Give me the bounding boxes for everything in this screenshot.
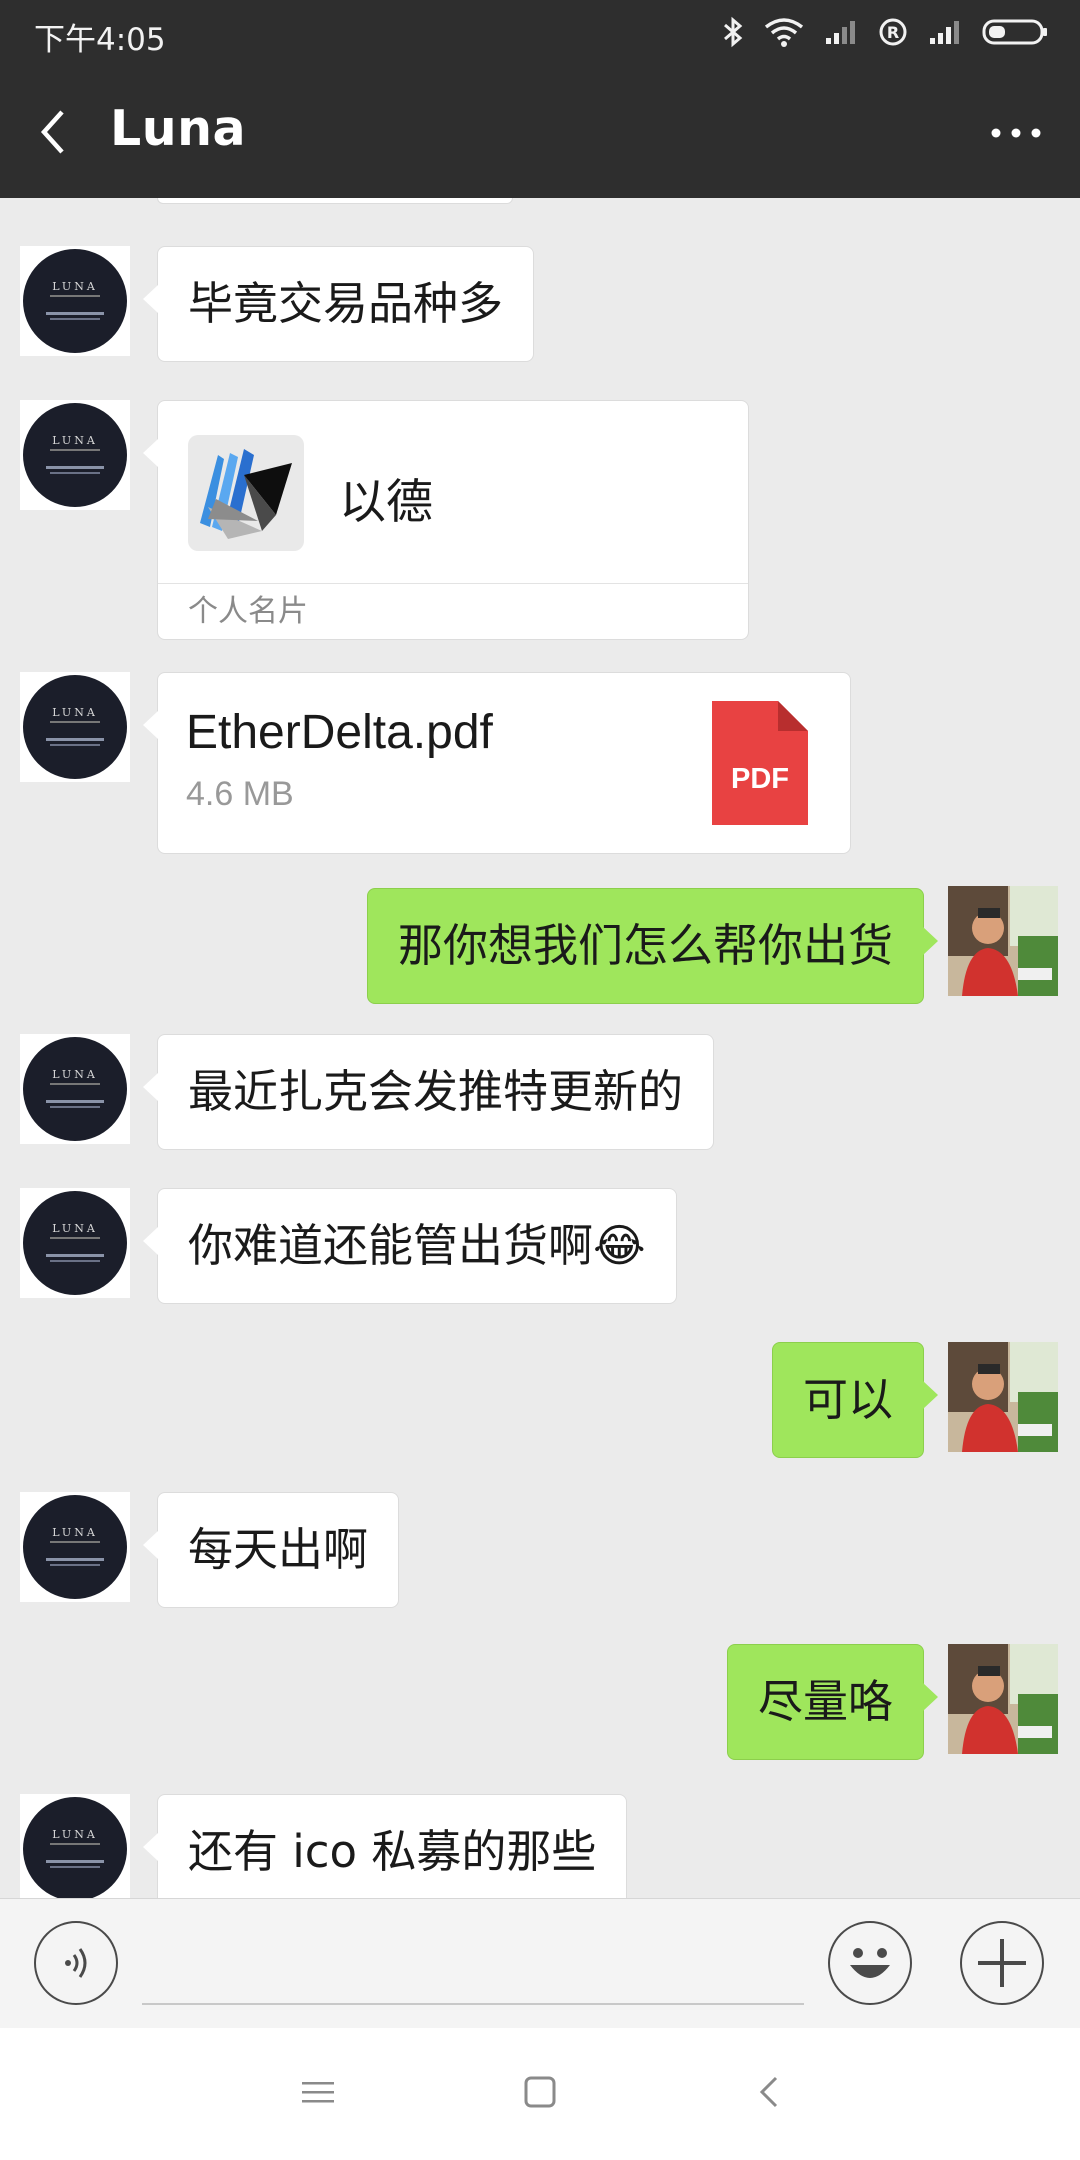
more-button[interactable] bbox=[986, 116, 1046, 150]
more-icon bbox=[991, 128, 1041, 138]
chat-title: Luna bbox=[110, 100, 247, 157]
registered-icon: R bbox=[879, 18, 907, 46]
back-nav-button[interactable] bbox=[752, 2074, 788, 2114]
avatar-me[interactable] bbox=[948, 1342, 1058, 1452]
contact-name: 以德 bbox=[339, 475, 433, 530]
message-bubble[interactable]: 毕竟交易品种多 bbox=[142, 246, 535, 362]
avatar-logo-text: LUNA bbox=[52, 434, 98, 447]
message-bubble-outgoing[interactable]: 那你想我们怎么帮你出货 bbox=[366, 888, 939, 1004]
avatar-logo-text: LUNA bbox=[52, 1526, 98, 1539]
plus-button[interactable] bbox=[960, 1921, 1044, 2005]
home-icon bbox=[524, 2076, 556, 2108]
file-size: 4.6 MB bbox=[186, 775, 294, 813]
message-bubble[interactable]: 每天出啊 bbox=[142, 1492, 400, 1608]
contact-card[interactable]: 以德 个人名片 bbox=[143, 400, 749, 640]
emoji-icon bbox=[850, 1948, 890, 1978]
menu-icon bbox=[302, 2082, 334, 2103]
avatar-luna[interactable]: LUNA bbox=[20, 1794, 130, 1898]
contact-thumbnail bbox=[188, 435, 304, 551]
emoji-button[interactable] bbox=[828, 1921, 912, 2005]
avatar-luna[interactable]: LUNA bbox=[20, 1034, 130, 1144]
message-bubble[interactable]: 你难道还能管出货啊😂 bbox=[143, 1188, 677, 1304]
menu-button[interactable] bbox=[300, 2074, 336, 2114]
avatar-logo-text: LUNA bbox=[52, 1222, 98, 1235]
message-bubble-partial[interactable] bbox=[157, 198, 513, 204]
message-bubble-outgoing[interactable]: 可以 bbox=[771, 1342, 939, 1458]
back-button[interactable] bbox=[30, 102, 86, 162]
avatar-luna[interactable]: LUNA bbox=[20, 672, 130, 782]
avatar-luna[interactable]: LUNA bbox=[20, 1492, 130, 1602]
home-button[interactable] bbox=[522, 2074, 558, 2114]
battery-icon bbox=[982, 19, 1047, 45]
message-list[interactable]: LUNA 毕竟交易品种多 LUNA 以德 个人名片 LUNA EtherDelt… bbox=[0, 198, 1080, 1898]
avatar-logo-text: LUNA bbox=[52, 706, 98, 719]
pdf-badge: PDF bbox=[731, 763, 789, 795]
bluetooth-icon bbox=[724, 16, 743, 48]
avatar-luna[interactable]: LUNA bbox=[20, 246, 130, 356]
status-icons: R bbox=[722, 14, 1048, 50]
back-icon bbox=[759, 2076, 778, 2108]
chat-header: Luna bbox=[0, 66, 1080, 198]
voice-button[interactable] bbox=[34, 1921, 118, 2005]
wifi-icon bbox=[764, 18, 804, 47]
file-message[interactable]: EtherDelta.pdf 4.6 MB PDF bbox=[143, 672, 851, 854]
message-bubble-outgoing[interactable]: 尽量咯 bbox=[726, 1644, 939, 1760]
contact-card-label: 个人名片 bbox=[158, 583, 748, 639]
avatar-luna[interactable]: LUNA bbox=[20, 400, 130, 510]
input-bar bbox=[0, 1898, 1080, 2029]
contact-logo-icon bbox=[200, 449, 292, 539]
avatar-me[interactable] bbox=[948, 886, 1058, 996]
status-time: 下午4:05 bbox=[34, 22, 166, 58]
chevron-left-icon bbox=[40, 110, 64, 154]
voice-icon bbox=[65, 1948, 87, 1978]
signal-icon bbox=[826, 21, 855, 44]
avatar-logo-text: LUNA bbox=[52, 1068, 98, 1081]
avatar-logo-text: LUNA bbox=[52, 280, 98, 293]
message-input[interactable] bbox=[142, 2003, 804, 2005]
plus-icon bbox=[978, 1939, 1026, 1987]
message-bubble[interactable]: 还有 ico 私募的那些 bbox=[142, 1794, 628, 1898]
avatar-luna[interactable]: LUNA bbox=[20, 1188, 130, 1298]
svg-text:R: R bbox=[887, 23, 899, 42]
avatar-me[interactable] bbox=[948, 1644, 1058, 1754]
signal-icon bbox=[930, 21, 959, 44]
file-name: EtherDelta.pdf bbox=[186, 706, 493, 759]
message-bubble[interactable]: 最近扎克会发推特更新的 bbox=[142, 1034, 715, 1150]
status-bar: 下午4:05 R bbox=[0, 0, 1080, 66]
system-navigation-bar bbox=[0, 2028, 1080, 2160]
avatar-logo-text: LUNA bbox=[52, 1828, 98, 1841]
